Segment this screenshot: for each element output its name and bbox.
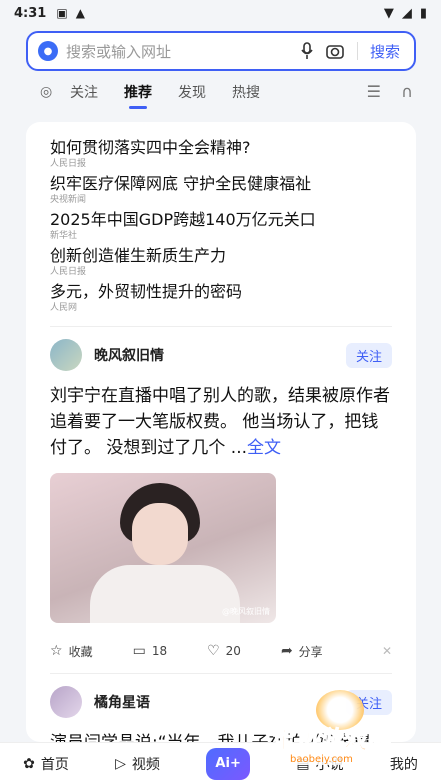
hot-news-list: 如何贯彻落实四中全会精神? 人民日报 织牢医疗保障网底 守护全民健康福祉 央视新…	[26, 122, 416, 322]
news-title[interactable]: 多元，外贸韧性提升的密码	[50, 282, 392, 302]
save-button[interactable]: ☆ 收藏	[50, 643, 93, 660]
play-icon: ▷	[115, 755, 126, 772]
search-button[interactable]: 搜索	[362, 41, 408, 62]
tab-discover[interactable]: 发现	[178, 82, 206, 102]
ai-button[interactable]: Ai+	[206, 747, 251, 780]
share-label: 分享	[298, 644, 323, 659]
microphone-icon[interactable]	[297, 41, 317, 61]
tab-recommend[interactable]: 推荐	[124, 82, 152, 109]
post-card[interactable]: 晚风叙旧情 关注 刘宇宁在直播中唱了别人的歌，结果被原作者追着要了一大笔版权费。…	[26, 327, 416, 669]
baidu-paw-logo-icon: ●	[38, 41, 58, 61]
nav-video-label: 视频	[131, 756, 160, 773]
like-button[interactable]: ♡ 20	[207, 643, 241, 659]
comment-icon: ▭	[132, 643, 146, 659]
image-watermark: @晚风叙旧情	[222, 607, 270, 616]
news-item[interactable]: 创新创造催生新质生产力 人民日报	[50, 246, 392, 278]
image-coat	[90, 565, 240, 623]
signal-icon: ◢	[401, 5, 412, 21]
comment-button[interactable]: ▭ 18	[133, 643, 168, 659]
dismiss-icon[interactable]: ✕	[382, 644, 392, 658]
image-face	[132, 503, 188, 565]
headphones-icon[interactable]: ∩	[401, 82, 413, 101]
news-item[interactable]: 织牢医疗保障网底 守护全民健康福祉 央视新闻	[50, 174, 392, 206]
save-label: 收藏	[68, 644, 93, 659]
map-pin-icon[interactable]: ◎	[40, 84, 52, 100]
wifi-icon: ▼	[383, 5, 394, 21]
notification-a-icon: ▣	[56, 6, 68, 20]
search-divider	[356, 42, 358, 60]
follow-button[interactable]: 关注	[345, 342, 392, 368]
warning-icon: ▲	[75, 6, 85, 20]
comment-count: 18	[151, 644, 168, 658]
news-source: 人民日报	[50, 159, 87, 169]
post-body: 刘宇宁在直播中唱了别人的歌，结果被原作者追着要了一大笔版权费。 他当场认了，把钱…	[50, 386, 390, 458]
post-header: 晚风叙旧情 关注	[50, 337, 392, 373]
nav-home-label: 首页	[40, 756, 69, 773]
feed-tabs: ◎ 关注 推荐 发现 热搜 ☰ ∩	[0, 76, 441, 109]
news-title[interactable]: 2025年中国GDP跨越140万亿元关口	[50, 210, 392, 230]
avatar[interactable]	[50, 686, 82, 718]
watermark-url: baobeiy.com	[286, 754, 357, 765]
site-watermark: 宝贝游戏网 baobeiy.com	[268, 690, 438, 782]
paw-icon: ✿	[23, 755, 35, 772]
feed-card: 如何贯彻落实四中全会精神? 人民日报 织牢医疗保障网底 守护全民健康福祉 央视新…	[26, 122, 416, 742]
tab-hot-search[interactable]: 热搜	[232, 82, 260, 102]
share-icon: ➦	[280, 643, 293, 659]
news-source: 人民网	[50, 303, 78, 313]
post-actions: ☆ 收藏 ▭ 18 ♡ 20 ➦ 分享 ✕	[50, 633, 392, 669]
tab-follow[interactable]: 关注	[70, 82, 98, 102]
search-bar[interactable]: ● 搜索或输入网址 搜索	[26, 31, 416, 71]
news-title[interactable]: 如何贯彻落实四中全会精神?	[50, 138, 392, 158]
battery-icon: ▮	[419, 5, 427, 21]
nav-video[interactable]: ▷ 视频	[115, 754, 160, 774]
nav-home[interactable]: ✿ 首页	[23, 754, 69, 774]
status-bar: 4:31 ▣ ▲ ▼ ◢ ▮	[0, 0, 441, 26]
read-more-link[interactable]: 全文	[247, 438, 281, 458]
avatar[interactable]	[50, 339, 82, 371]
post-image[interactable]: @晚风叙旧情	[50, 473, 276, 623]
status-time: 4:31	[14, 5, 47, 21]
news-source: 央视新闻	[50, 195, 87, 205]
like-count: 20	[225, 644, 241, 658]
news-source: 新华社	[50, 231, 78, 241]
menu-icon[interactable]: ☰	[367, 82, 381, 101]
post-author[interactable]: 晚风叙旧情	[94, 345, 164, 365]
news-item[interactable]: 多元，外贸韧性提升的密码 人民网	[50, 282, 392, 314]
share-button[interactable]: ➦ 分享	[281, 643, 323, 660]
news-source: 人民日报	[50, 267, 87, 277]
camera-icon[interactable]	[325, 41, 345, 61]
post-text[interactable]: 刘宇宁在直播中唱了别人的歌，结果被原作者追着要了一大笔版权费。 他当场认了，把钱…	[50, 383, 392, 461]
news-title[interactable]: 织牢医疗保障网底 守护全民健康福祉	[50, 174, 392, 194]
star-icon: ☆	[50, 643, 63, 659]
heart-icon: ♡	[207, 643, 220, 659]
watermark-text: 宝贝游戏网	[272, 726, 393, 755]
post-author[interactable]: 橘角星语	[94, 692, 150, 712]
news-item[interactable]: 如何贯彻落实四中全会精神? 人民日报	[50, 138, 392, 170]
news-item[interactable]: 2025年中国GDP跨越140万亿元关口 新华社	[50, 210, 392, 242]
news-title[interactable]: 创新创造催生新质生产力	[50, 246, 392, 266]
search-input[interactable]: 搜索或输入网址	[66, 41, 297, 62]
